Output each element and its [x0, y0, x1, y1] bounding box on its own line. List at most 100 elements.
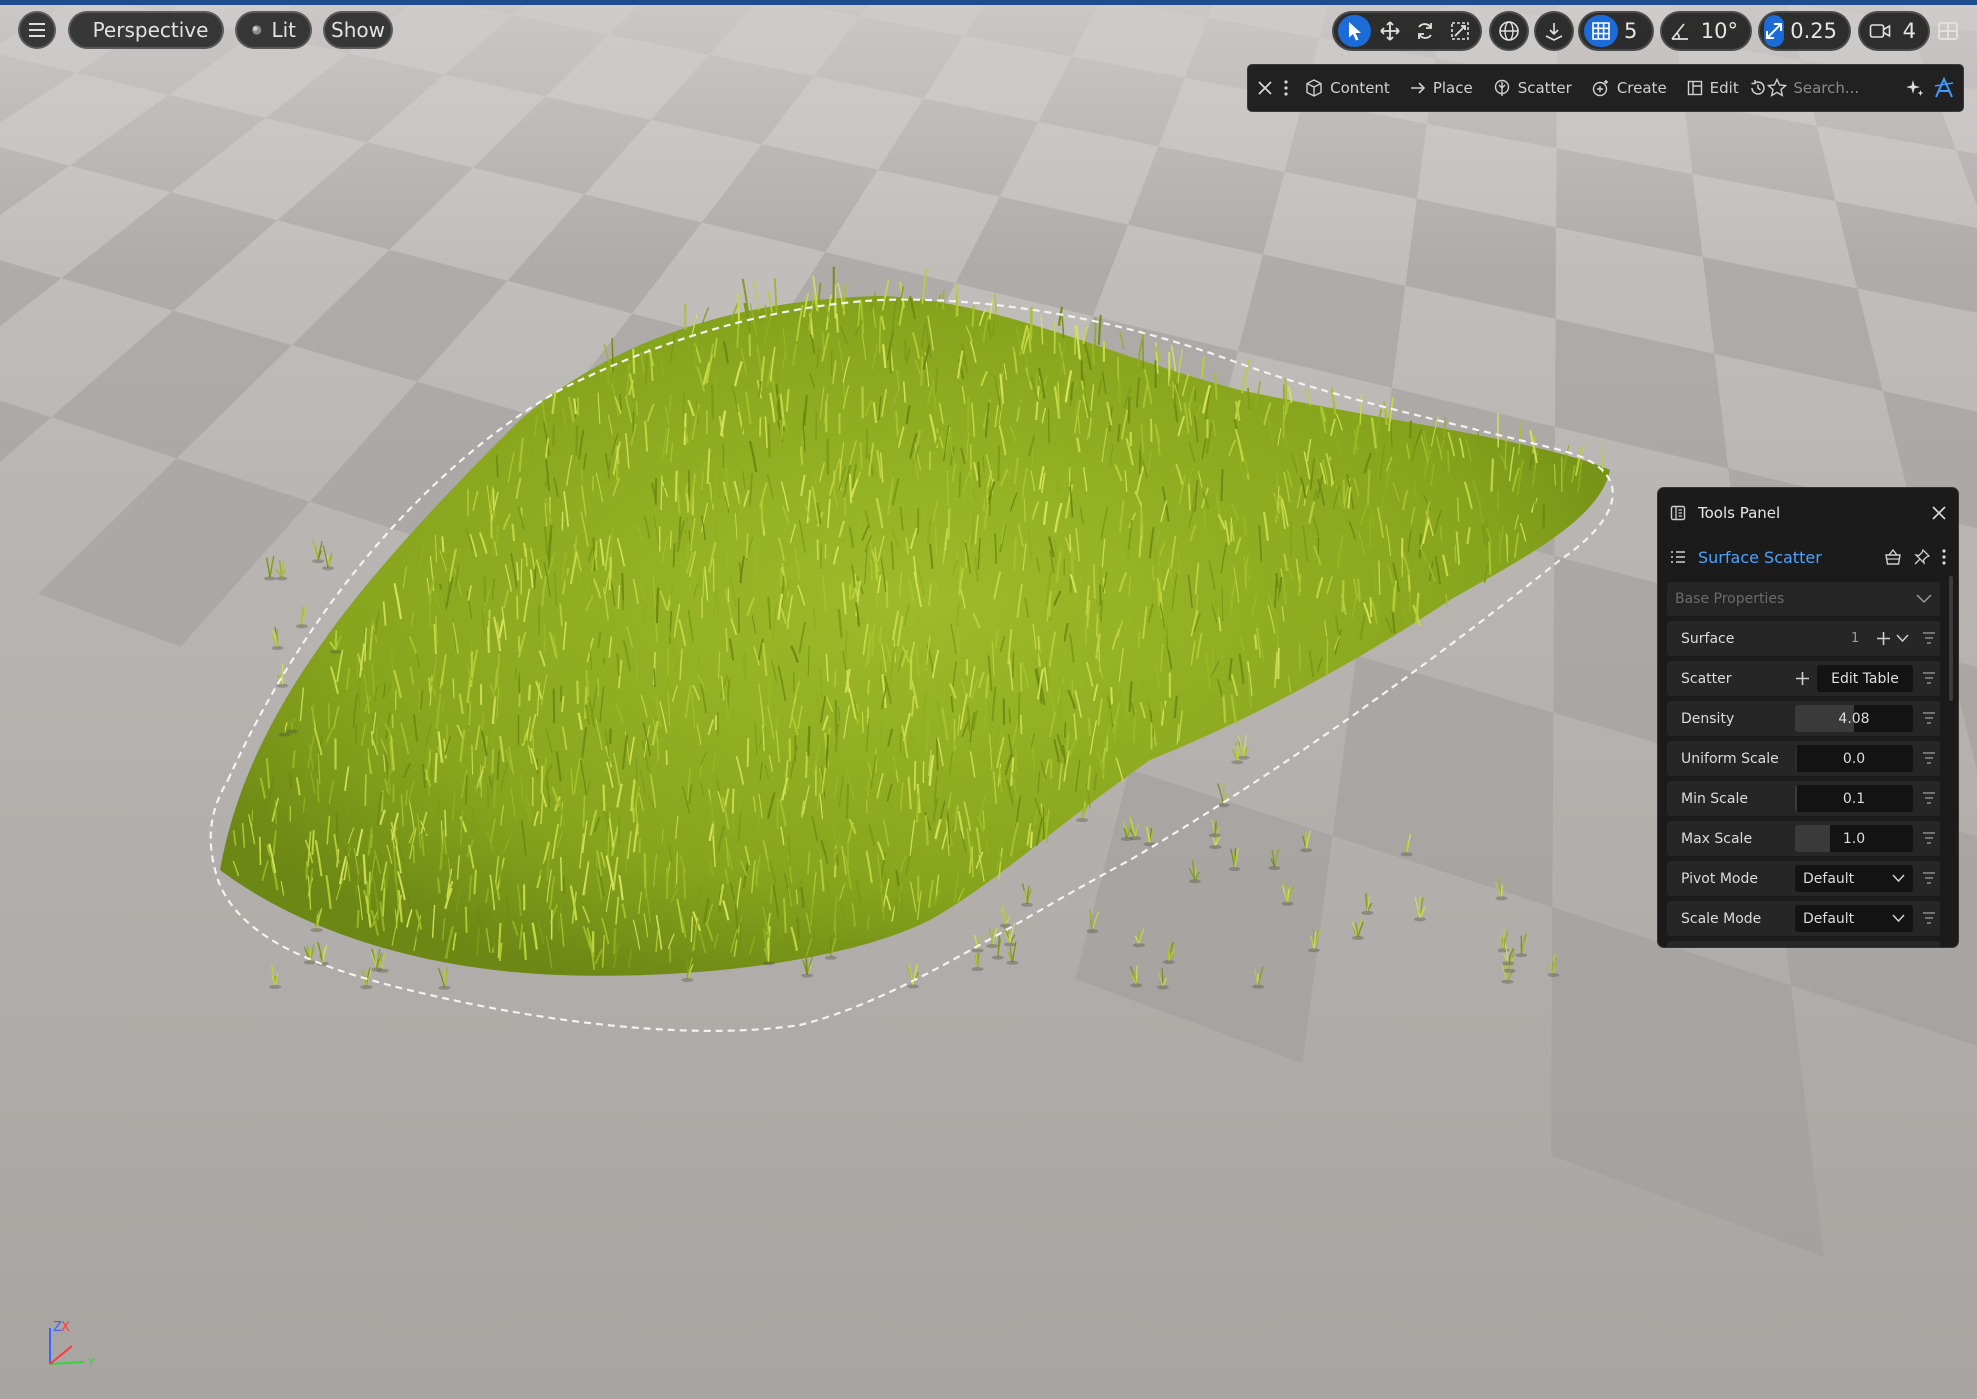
camera-icon	[1870, 24, 1891, 38]
tools-panel-scrollbar[interactable]	[1949, 576, 1953, 701]
min-scale-label: Min Scale	[1681, 790, 1748, 807]
row-options-icon[interactable]	[1922, 830, 1936, 846]
grid-snap-group: 5	[1578, 11, 1654, 51]
pin-icon[interactable]	[1914, 549, 1930, 565]
row-options-icon[interactable]	[1922, 870, 1936, 886]
modeling-mode-button[interactable]	[1933, 77, 1955, 99]
viewport-menu-button[interactable]	[18, 11, 56, 49]
scale-icon	[1450, 22, 1469, 40]
next-row-peek	[1667, 941, 1940, 947]
svg-text:X: X	[61, 1320, 70, 1335]
uniform-scale-field[interactable]: 0.0	[1795, 745, 1913, 772]
max-scale-field[interactable]: 1.0	[1795, 825, 1913, 852]
window-accent-bar	[0, 0, 1977, 5]
kebab-icon[interactable]	[1942, 549, 1946, 565]
list-icon	[1671, 551, 1685, 563]
scale-mode-dropdown[interactable]: Default	[1795, 905, 1913, 932]
tool-name[interactable]: Surface Scatter	[1698, 548, 1872, 567]
chevron-down-icon[interactable]	[1896, 634, 1909, 643]
surface-snapping[interactable]	[1540, 15, 1568, 47]
select-tool[interactable]	[1338, 15, 1371, 47]
create-plus-icon	[1592, 80, 1608, 97]
chevron-down-icon	[1916, 594, 1932, 604]
base-properties-section[interactable]: Base Properties	[1667, 582, 1940, 616]
favorites-button[interactable]	[1767, 77, 1788, 99]
max-scale-slider-fill	[1795, 825, 1831, 852]
place-button[interactable]: Place	[1410, 79, 1473, 97]
scatter-label: Scatter	[1681, 670, 1732, 687]
row-options-icon[interactable]	[1922, 710, 1936, 726]
create-button[interactable]: Create	[1592, 79, 1667, 97]
axis-gizmo: Z X Y	[49, 1320, 95, 1369]
min-scale-field[interactable]: 0.1	[1795, 785, 1913, 812]
surface-snap-button[interactable]	[1534, 11, 1574, 51]
scatter-icon	[1494, 79, 1509, 96]
lighting-mode-button[interactable]: Lit	[235, 11, 312, 49]
show-flags-button[interactable]: Show	[323, 11, 393, 49]
show-flags-label: Show	[331, 18, 385, 42]
tool-selector[interactable]: Surface Scatter	[1658, 538, 1958, 576]
translate-tool[interactable]	[1373, 15, 1406, 47]
history-button[interactable]	[1749, 77, 1768, 99]
uniform-scale-label: Uniform Scale	[1681, 750, 1779, 767]
place-label: Place	[1432, 79, 1473, 97]
property-row-min-scale: Min Scale 0.1	[1667, 781, 1940, 816]
edit-button[interactable]: Edit	[1687, 79, 1739, 97]
add-icon[interactable]	[1876, 631, 1891, 646]
toolbar-options-button[interactable]	[1277, 77, 1296, 99]
move-icon	[1379, 21, 1400, 41]
rotation-snap-toggle[interactable]	[1666, 15, 1695, 47]
tools-panel: Tools Panel Surface Scatter Base Propert…	[1657, 487, 1959, 948]
density-field[interactable]: 4.08	[1795, 705, 1913, 732]
camera-speed-button[interactable]: 4	[1858, 11, 1930, 51]
density-value: 4.08	[1838, 710, 1870, 727]
content-label: Content	[1330, 79, 1390, 97]
tools-panel-header: Tools Panel	[1658, 488, 1958, 538]
max-scale-value: 1.0	[1842, 830, 1866, 847]
camera-speed-value: 4	[1902, 19, 1916, 43]
pivot-mode-dropdown[interactable]: Default	[1795, 865, 1913, 892]
property-row-density: Density 4.08	[1667, 701, 1940, 736]
toolbar-search-input[interactable]: Search...	[1793, 79, 1893, 97]
viewport-layout-button[interactable]	[1935, 18, 1961, 44]
cursor-icon	[1348, 22, 1361, 41]
edit-table-button[interactable]: Edit Table	[1817, 665, 1913, 692]
row-options-icon[interactable]	[1922, 750, 1936, 766]
scatter-button[interactable]: Scatter	[1493, 79, 1572, 97]
pivot-mode-value: Default	[1803, 870, 1855, 887]
preset-basket-icon[interactable]	[1884, 549, 1902, 565]
surface-count: 1	[1851, 631, 1860, 646]
content-button[interactable]: Content	[1305, 79, 1390, 97]
globe-icon	[1499, 21, 1519, 41]
scale-mode-label: Scale Mode	[1681, 910, 1762, 927]
scale-snap-toggle[interactable]	[1764, 15, 1785, 47]
history-icon	[1751, 80, 1765, 95]
camera-speed	[1864, 15, 1897, 47]
pivot-mode-label: Pivot Mode	[1681, 870, 1758, 887]
row-options-icon[interactable]	[1922, 630, 1936, 646]
rotation-snap-value[interactable]: 10°	[1697, 19, 1746, 43]
property-row-surface: Surface 1	[1667, 621, 1940, 656]
view-mode-label: Perspective	[92, 18, 209, 42]
row-options-icon[interactable]	[1922, 670, 1936, 686]
rotation-snap-group: 10°	[1660, 11, 1752, 51]
scale-tool[interactable]	[1443, 15, 1476, 47]
grid-snap-toggle[interactable]	[1584, 15, 1618, 47]
row-options-icon[interactable]	[1922, 910, 1936, 926]
coordinate-space-button[interactable]	[1489, 11, 1529, 51]
row-options-icon[interactable]	[1922, 790, 1936, 806]
grid-snap-value[interactable]: 5	[1620, 19, 1645, 43]
sparkle-icon	[1905, 80, 1924, 96]
chevron-down-icon	[1892, 914, 1905, 923]
star-icon	[1767, 78, 1788, 97]
scale-snap-value[interactable]: 0.25	[1786, 19, 1845, 43]
surface-label: Surface	[1681, 630, 1735, 647]
ai-assist-button[interactable]	[1905, 77, 1925, 99]
add-icon[interactable]	[1795, 671, 1810, 686]
rotate-tool[interactable]	[1408, 15, 1441, 47]
lighting-mode-label: Lit	[271, 18, 296, 42]
view-mode-button[interactable]: Perspective	[68, 11, 224, 49]
world-space[interactable]	[1495, 15, 1523, 47]
close-icon[interactable]	[1932, 506, 1946, 520]
close-toolbar-button[interactable]	[1256, 77, 1275, 99]
